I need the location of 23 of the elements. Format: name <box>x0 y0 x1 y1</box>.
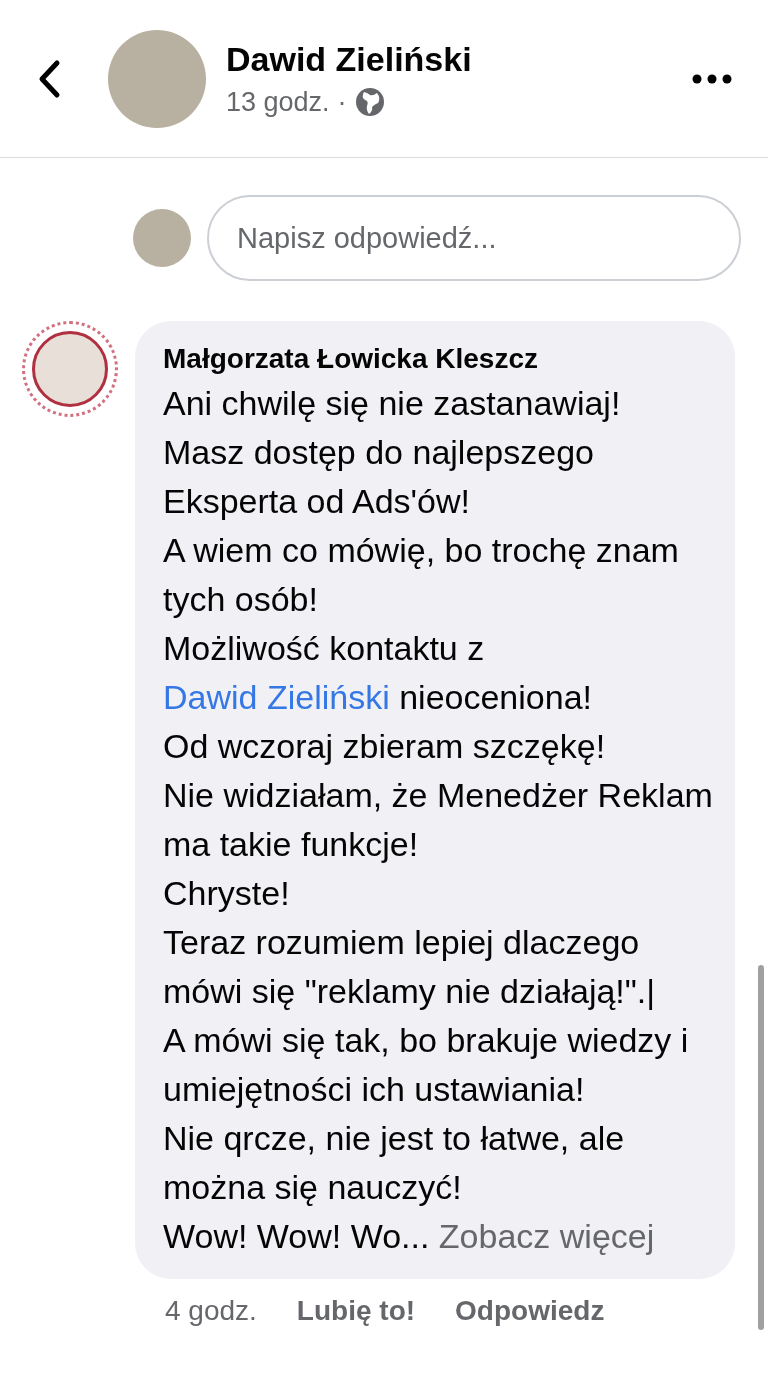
globe-icon <box>354 87 385 117</box>
comment-text: Wow! Wow! Wo... Zobacz więcej <box>163 1216 656 1257</box>
post-time: 13 godz. <box>226 86 330 118</box>
reply-link[interactable]: Odpowiedz <box>455 1295 605 1327</box>
comment-text: Chryste! <box>163 873 291 914</box>
comment-text: A wiem co mówię, bo trochę znam tych osób! <box>163 530 680 620</box>
reply-field[interactable]: Napisz odpowiedź... <box>207 195 741 281</box>
comment-text: Teraz rozumiem lepiej dlaczego mówi się "reklamy nie działają!".| <box>163 922 657 1012</box>
comment-time: 4 godz. <box>165 1295 257 1327</box>
separator-dot: · <box>337 86 347 118</box>
like-link[interactable]: Lubię to! <box>296 1295 416 1327</box>
more-icon[interactable] <box>692 73 732 84</box>
comment-text: Od wczoraj zbieram szczękę! <box>163 726 607 767</box>
commenter-name[interactable]: Małgorzata Łowicka Kleszcz <box>163 343 715 375</box>
comment-text: A mówi się tak, bo brakuje wiedzy i umiejętności ich ustawiania! <box>163 1020 690 1110</box>
comment-text: Masz dostęp do najlepszego Eksperta od Ads'ów! <box>163 432 595 522</box>
comment-text: Nie qrcze, nie jest to łatwe, ale można się nauczyć! <box>163 1118 626 1208</box>
author-name[interactable]: Dawid Zieliński <box>226 39 692 79</box>
mention-link[interactable]: Dawid Zieliński <box>163 678 390 716</box>
see-more-link[interactable]: Zobacz więcej <box>438 1217 655 1255</box>
comment-text: Ani chwilę się nie zastanawiaj! <box>163 383 622 424</box>
comment-text: Nie widziałam, że Menedżer Reklam ma takie funkcje! <box>163 775 714 865</box>
comment-text: Możliwość kontaktu z Dawid Zieliński nieoceniona! <box>163 628 593 718</box>
